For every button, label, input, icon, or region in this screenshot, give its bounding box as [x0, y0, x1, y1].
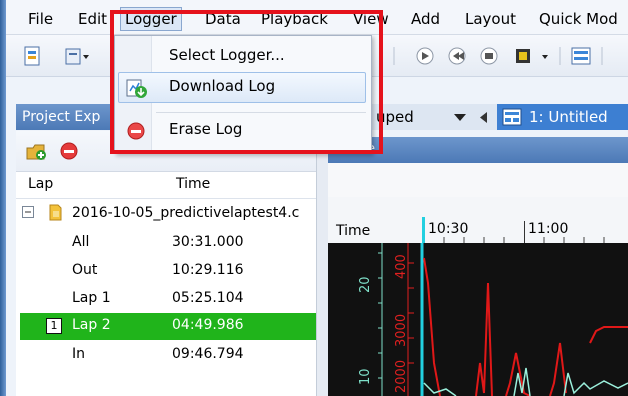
playback-toolbar	[393, 47, 603, 65]
rpm-axis-label: 3000	[394, 313, 409, 347]
lap-badge: 1	[46, 318, 62, 334]
add-log-icon[interactable]	[24, 140, 48, 162]
trace-graph	[378, 243, 628, 396]
lap-name: All	[72, 234, 90, 250]
rpm-axis-label: 400	[394, 254, 409, 279]
play-icon[interactable]	[416, 47, 434, 65]
header-divider	[16, 198, 316, 199]
table-row[interactable]: In 09:46.794	[20, 344, 316, 366]
menu-add[interactable]: Add	[411, 10, 440, 28]
menu-layout[interactable]: Layout	[465, 10, 516, 28]
table-row[interactable]: All 30:31.000	[20, 232, 316, 254]
log-file-name[interactable]: 2016-10-05_predictivelaptest4.c	[72, 205, 299, 221]
table-row[interactable]: Lap 1 05:25.104	[20, 288, 316, 310]
menu-edit[interactable]: Edit	[78, 10, 107, 28]
layout-icon[interactable]	[571, 47, 591, 65]
rpm-axis-label: 2000	[394, 359, 409, 393]
time-axis-label: Time	[336, 223, 371, 239]
remove-icon[interactable]	[58, 140, 80, 162]
column-header-time[interactable]: Time	[176, 176, 210, 192]
chevron-down-icon[interactable]	[454, 113, 466, 123]
tab-untitled-label: 1: Untitled	[529, 108, 608, 126]
annotation-highlight-box	[110, 10, 383, 154]
lap-name: In	[72, 346, 86, 362]
menu-quick-mode[interactable]: Quick Mod	[539, 10, 618, 28]
stop-icon[interactable]	[480, 47, 498, 65]
log-file-icon	[49, 204, 62, 221]
open-dropdown-icon[interactable]	[64, 45, 90, 67]
lap-time: 04:49.986	[172, 317, 244, 333]
lap-time: 30:31.000	[172, 234, 244, 250]
column-header-lap[interactable]: Lap	[28, 176, 53, 192]
rewind-icon[interactable]	[448, 47, 466, 65]
lap-time: 05:25.104	[172, 290, 244, 306]
table-row[interactable]: Out 10:29.116	[20, 260, 316, 282]
y-axis-label: 10	[358, 368, 373, 385]
collapse-toggle-icon[interactable]	[22, 206, 34, 218]
time-axis-row: Time 10:30 11:00	[328, 197, 628, 244]
new-project-icon[interactable]	[22, 45, 44, 67]
lap-time: 10:29.116	[172, 262, 244, 278]
table-row-selected[interactable]: 1 Lap 2 04:49.986	[20, 313, 316, 340]
worksheet-icon	[502, 108, 522, 126]
lap-time: 09:46.794	[172, 346, 244, 362]
minor-ticks	[443, 237, 605, 243]
y-axis-label: 20	[358, 276, 373, 293]
lap-name: Lap 1	[72, 290, 111, 306]
marker-icon[interactable]	[516, 49, 530, 63]
trace-header	[328, 163, 628, 198]
tab-untitled[interactable]: 1: Untitled	[497, 104, 628, 130]
scroll-left-icon[interactable]	[480, 112, 488, 124]
trace-plot-area[interactable]: 20 10 400 3000 2000	[328, 243, 628, 396]
lap-name: Out	[72, 262, 98, 278]
menu-file[interactable]: File	[28, 10, 53, 28]
lap-name: Lap 2	[72, 317, 111, 333]
